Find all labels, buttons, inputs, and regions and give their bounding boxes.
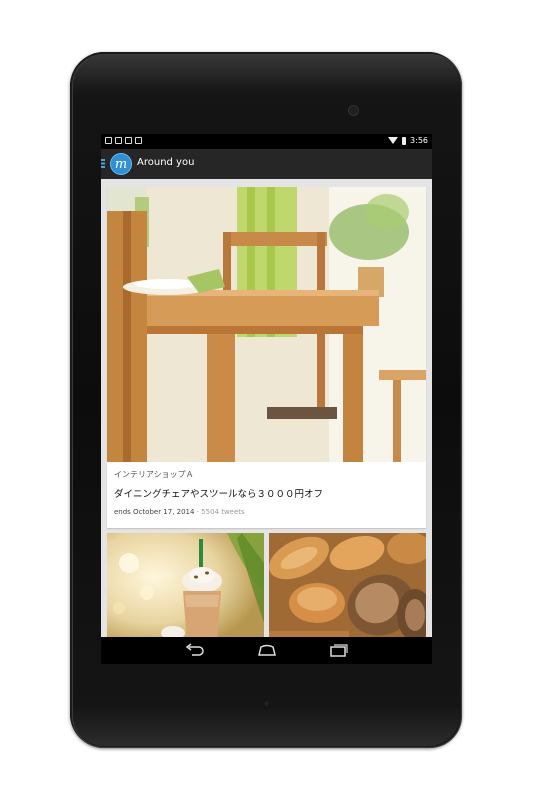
dining-chair-photo xyxy=(107,187,426,462)
tweet-count: 5504 tweets xyxy=(201,508,245,516)
offer-card-bakery[interactable] xyxy=(269,533,426,637)
logo-glyph: m xyxy=(114,156,128,172)
image-icon xyxy=(105,137,112,144)
shop-name: インテリアショップＡ xyxy=(114,470,194,479)
wifi-icon xyxy=(388,137,399,144)
screen: 3:56 m Around you インテリアショップＡ ダイニングチェアやスツ… xyxy=(101,134,432,664)
coffee-frappuccino-photo xyxy=(107,533,264,637)
offer-card-coffee[interactable] xyxy=(107,533,264,637)
bread-assortment-photo xyxy=(269,533,426,637)
app-logo[interactable]: m xyxy=(110,153,132,175)
sd-card-icon xyxy=(115,137,122,144)
battery-icon xyxy=(402,136,407,145)
notification-light xyxy=(264,701,269,706)
offer-card[interactable]: インテリアショップＡ ダイニングチェアやスツールなら３０００円オフ ends O… xyxy=(107,187,426,528)
clock: 3:56 xyxy=(410,136,428,145)
recents-icon[interactable] xyxy=(327,643,349,657)
home-icon[interactable] xyxy=(256,643,278,657)
dining-chair-illustration xyxy=(107,187,426,462)
front-camera xyxy=(348,105,359,116)
gmail-icon xyxy=(125,137,132,144)
status-bar: 3:56 xyxy=(101,134,432,149)
page-title[interactable]: Around you xyxy=(137,157,194,168)
action-bar: m Around you xyxy=(101,149,432,179)
offers-feed[interactable]: インテリアショップＡ ダイニングチェアやスツールなら３０００円オフ ends O… xyxy=(101,179,432,637)
offer-meta: ends October 17, 2014 · 5504 tweets xyxy=(114,508,245,516)
notification-icons xyxy=(105,137,142,144)
back-icon[interactable] xyxy=(184,643,206,657)
offer-title[interactable]: ダイニングチェアやスツールなら３０００円オフ xyxy=(114,486,323,500)
status-right: 3:56 xyxy=(388,136,428,145)
navigation-bar xyxy=(101,637,432,664)
offer-end-date: ends October 17, 2014 xyxy=(114,508,195,516)
menu-icon[interactable] xyxy=(101,159,105,168)
calendar-icon xyxy=(135,137,142,144)
